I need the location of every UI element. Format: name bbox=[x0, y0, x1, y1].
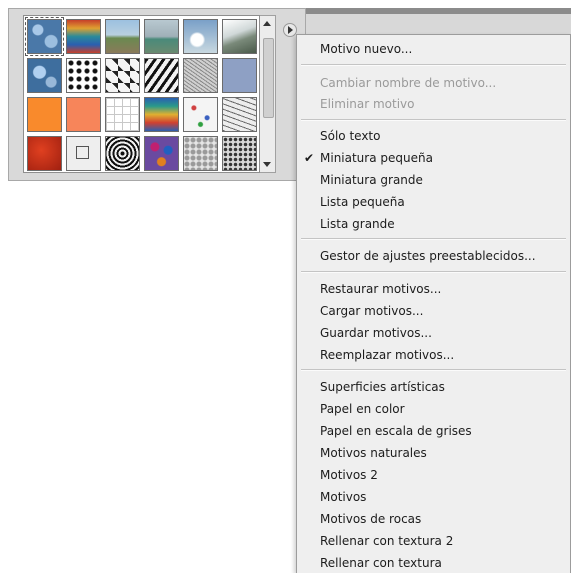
pattern-tile[interactable] bbox=[183, 136, 218, 171]
pattern-tile[interactable] bbox=[222, 19, 257, 54]
pattern-picker-panel bbox=[8, 8, 306, 181]
pattern-grid-scrollbar[interactable] bbox=[260, 15, 276, 173]
square-frame-mark bbox=[76, 146, 89, 159]
menu-item-nature-patterns[interactable]: Motivos naturales bbox=[320, 444, 427, 462]
pattern-tile[interactable] bbox=[66, 19, 101, 54]
menu-item-load-patterns[interactable]: Cargar motivos... bbox=[320, 302, 423, 320]
menu-item-text-only[interactable]: Sólo texto bbox=[320, 127, 380, 145]
pattern-tile[interactable] bbox=[66, 58, 101, 93]
pattern-tile[interactable] bbox=[183, 58, 218, 93]
pattern-tile[interactable] bbox=[144, 136, 179, 171]
pattern-tile[interactable] bbox=[105, 58, 140, 93]
menu-item-artistic-surfaces[interactable]: Superficies artísticas bbox=[320, 378, 445, 396]
menu-item-small-list[interactable]: Lista pequeña bbox=[320, 193, 405, 211]
pattern-tile[interactable] bbox=[222, 58, 257, 93]
pattern-options-menu: Motivo nuevo... Cambiar nombre de motivo… bbox=[296, 34, 571, 573]
pattern-tile[interactable] bbox=[222, 136, 257, 171]
pattern-tile[interactable] bbox=[25, 17, 64, 56]
menu-item-patterns-2[interactable]: Motivos 2 bbox=[320, 466, 378, 484]
menu-item-rock-patterns[interactable]: Motivos de rocas bbox=[320, 510, 421, 528]
scroll-down-arrow-icon[interactable] bbox=[263, 162, 271, 167]
menu-item-texture-fill-2[interactable]: Rellenar con textura 2 bbox=[320, 532, 453, 550]
menu-separator bbox=[301, 271, 566, 273]
scroll-thumb[interactable] bbox=[263, 38, 274, 118]
menu-item-large-list[interactable]: Lista grande bbox=[320, 215, 395, 233]
menu-separator bbox=[301, 369, 566, 371]
menu-item-preset-manager[interactable]: Gestor de ajustes preestablecidos... bbox=[320, 247, 536, 265]
pattern-tile[interactable] bbox=[27, 97, 62, 132]
checkmark-icon: ✔ bbox=[304, 151, 315, 165]
menu-item-new-pattern[interactable]: Motivo nuevo... bbox=[320, 40, 412, 58]
pattern-tile[interactable] bbox=[27, 58, 62, 93]
menu-item-replace-patterns[interactable]: Reemplazar motivos... bbox=[320, 346, 454, 364]
menu-item-large-thumbnail[interactable]: Miniatura grande bbox=[320, 171, 423, 189]
menu-separator bbox=[301, 64, 566, 66]
scroll-up-arrow-icon[interactable] bbox=[263, 21, 271, 26]
menu-separator bbox=[301, 119, 566, 121]
pattern-tile[interactable] bbox=[183, 19, 218, 54]
pattern-tile[interactable] bbox=[105, 97, 140, 132]
menu-item-grayscale-paper[interactable]: Papel en escala de grises bbox=[320, 422, 472, 440]
pattern-tile[interactable] bbox=[144, 97, 179, 132]
pattern-tile[interactable] bbox=[105, 19, 140, 54]
menu-separator bbox=[301, 238, 566, 240]
pattern-grid bbox=[23, 15, 260, 173]
menu-item-rename-pattern: Cambiar nombre de motivo... bbox=[320, 76, 497, 90]
menu-item-save-patterns[interactable]: Guardar motivos... bbox=[320, 324, 432, 342]
pattern-tile[interactable] bbox=[66, 136, 101, 171]
menu-item-small-thumbnail[interactable]: Miniatura pequeña bbox=[320, 149, 433, 167]
panel-menu-button[interactable] bbox=[283, 23, 297, 37]
menu-item-color-paper[interactable]: Papel en color bbox=[320, 400, 405, 418]
pattern-tile[interactable] bbox=[222, 97, 257, 132]
menu-item-texture-fill[interactable]: Rellenar con textura bbox=[320, 554, 442, 572]
pattern-tile[interactable] bbox=[27, 136, 62, 171]
pattern-tile[interactable] bbox=[183, 97, 218, 132]
menu-item-delete-pattern: Eliminar motivo bbox=[320, 97, 415, 111]
pattern-tile[interactable] bbox=[66, 97, 101, 132]
menu-item-patterns[interactable]: Motivos bbox=[320, 488, 366, 506]
pattern-tile[interactable] bbox=[144, 58, 179, 93]
menu-item-reset-patterns[interactable]: Restaurar motivos... bbox=[320, 280, 441, 298]
pattern-tile[interactable] bbox=[105, 136, 140, 171]
pattern-tile[interactable] bbox=[144, 19, 179, 54]
